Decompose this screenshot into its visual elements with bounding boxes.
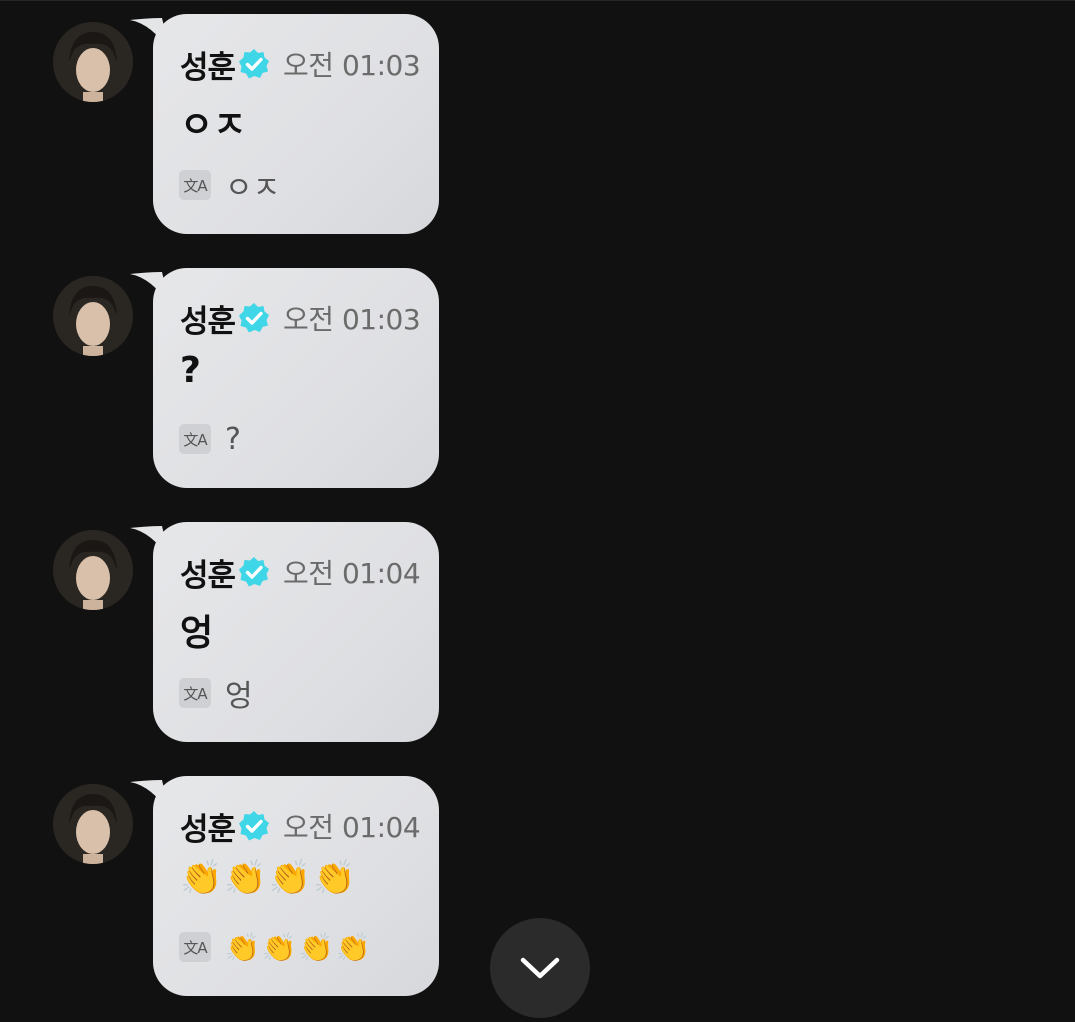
- translation-text: 엉: [225, 679, 253, 714]
- message-time: 오전 01:04: [283, 811, 421, 844]
- message-text: ?: [180, 350, 201, 391]
- sender-name: 성훈: [180, 557, 236, 594]
- message-header: 성훈 오전 01:03: [180, 298, 421, 340]
- message-bubble[interactable]: 성훈 오전 01:03 ? 文A ?: [153, 268, 439, 488]
- scroll-to-bottom-button[interactable]: [490, 918, 590, 1018]
- avatar[interactable]: [53, 22, 133, 102]
- message-item: 성훈 오전 01:03 ? 文A ?: [0, 254, 1075, 488]
- message-header: 성훈 오전 01:04: [180, 806, 421, 848]
- translation-text: ㅇㅈ: [225, 171, 281, 206]
- message-item: 성훈 오전 01:03 ㅇㅈ 文A ㅇㅈ: [0, 0, 1075, 234]
- message-text: 엉: [180, 613, 214, 654]
- translate-icon[interactable]: 文A: [179, 170, 211, 200]
- translation-text: 👏👏👏👏: [225, 930, 373, 964]
- message-bubble[interactable]: 성훈 오전 01:04 엉 文A 엉: [153, 522, 439, 742]
- message-bubble[interactable]: 성훈 오전 01:03 ㅇㅈ 文A ㅇㅈ: [153, 14, 439, 234]
- translate-icon[interactable]: 文A: [179, 424, 211, 454]
- message-text: 👏👏👏👏: [180, 858, 358, 898]
- chevron-down-icon: [520, 957, 560, 979]
- verified-badge-icon: [239, 557, 270, 587]
- verified-badge-icon: [239, 811, 270, 841]
- message-text: ㅇㅈ: [180, 105, 247, 146]
- verified-badge-icon: [239, 303, 270, 333]
- message-time: 오전 01:04: [283, 557, 421, 590]
- avatar-image: [53, 22, 133, 102]
- translation-row: 文A ㅇㅈ: [179, 168, 280, 206]
- avatar-image: [53, 784, 133, 864]
- avatar[interactable]: [53, 276, 133, 356]
- sender-name: 성훈: [180, 303, 236, 340]
- message-header: 성훈 오전 01:04: [180, 552, 421, 594]
- message-bubble[interactable]: 성훈 오전 01:04 👏👏👏👏 文A 👏👏👏👏: [153, 776, 439, 996]
- avatar[interactable]: [53, 530, 133, 610]
- sender-name: 성훈: [180, 49, 236, 86]
- translate-icon[interactable]: 文A: [179, 932, 211, 962]
- translation-row: 文A 엉: [179, 676, 253, 714]
- avatar-image: [53, 530, 133, 610]
- message-time: 오전 01:03: [283, 49, 421, 82]
- translate-icon[interactable]: 文A: [179, 678, 211, 708]
- translation-row: 文A 👏👏👏👏: [179, 930, 372, 964]
- verified-badge-icon: [239, 49, 270, 79]
- message-item: 성훈 오전 01:04 엉 文A 엉: [0, 508, 1075, 742]
- message-header: 성훈 오전 01:03: [180, 44, 421, 86]
- avatar[interactable]: [53, 784, 133, 864]
- avatar-image: [53, 276, 133, 356]
- chat-list: 성훈 오전 01:03 ㅇㅈ 文A ㅇㅈ 성훈 오전 01:03 ? 文A ? …: [0, 0, 1075, 1022]
- translation-text: ?: [225, 421, 241, 457]
- translation-row: 文A ?: [179, 421, 241, 457]
- sender-name: 성훈: [180, 811, 236, 848]
- message-time: 오전 01:03: [283, 303, 421, 336]
